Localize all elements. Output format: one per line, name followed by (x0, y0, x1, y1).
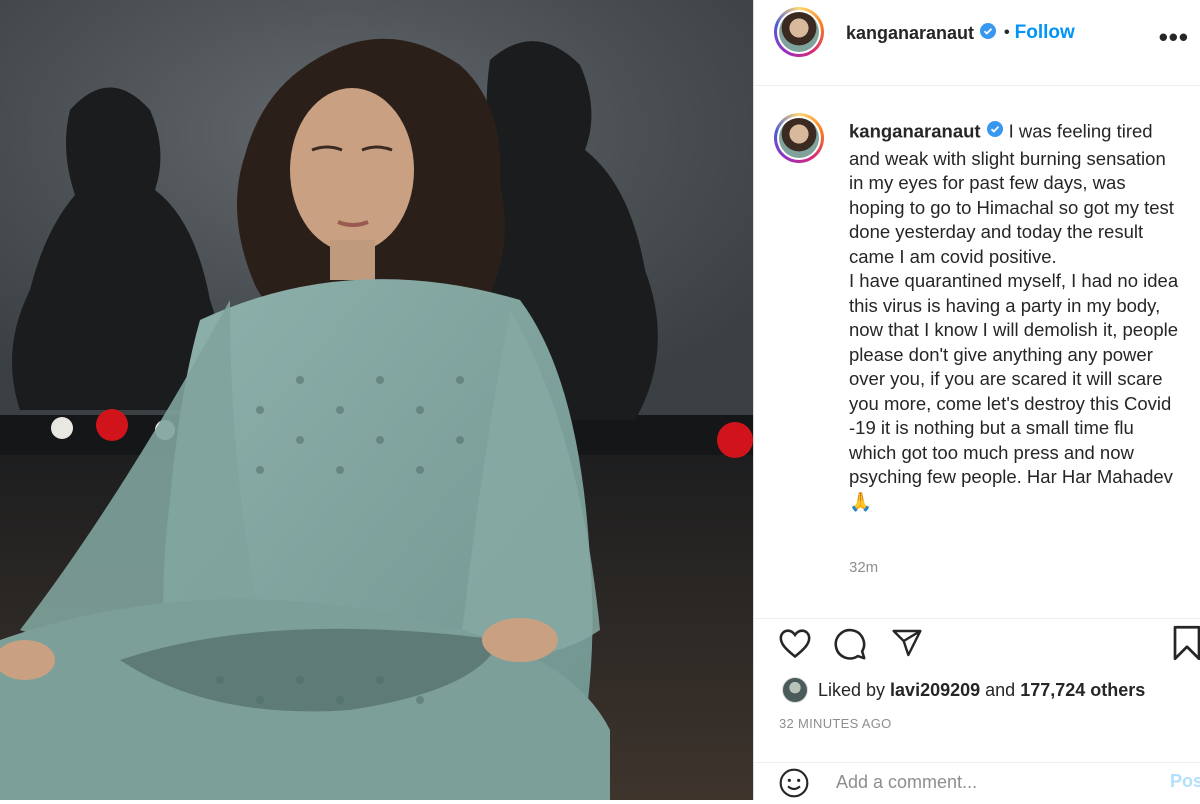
post-actions: Liked by lavi209209 and 177,724 others 3… (754, 618, 1200, 800)
caption-section: kanganaranaut I was feeling tired and wea… (754, 86, 1200, 618)
posted-ago[interactable]: 32 MINUTES AGO (779, 716, 892, 731)
verified-badge-icon (986, 119, 1003, 144)
verified-badge-icon (980, 22, 997, 44)
comment-icon[interactable] (833, 627, 867, 666)
caption-avatar[interactable] (774, 113, 824, 163)
paper-plane-icon[interactable] (890, 627, 924, 664)
comment-input[interactable] (834, 771, 1138, 794)
liker-username[interactable]: lavi209209 (890, 680, 980, 701)
header-separator: • (1004, 24, 1010, 41)
follow-button[interactable]: Follow (1015, 22, 1075, 44)
post-sidebar: kanganaranaut • Follow ••• kanganaranaut… (753, 0, 1200, 800)
likes-count[interactable]: 177,724 others (1020, 680, 1145, 701)
post-comment-button[interactable]: Post (1170, 771, 1200, 792)
avatar-image (779, 118, 819, 158)
caption-text-block: kanganaranaut I was feeling tired and wea… (849, 119, 1179, 514)
bookmark-icon[interactable] (1172, 625, 1200, 666)
caption-time[interactable]: 32m (849, 559, 878, 576)
more-options-icon[interactable]: ••• (1159, 22, 1189, 53)
avatar-image (779, 12, 819, 52)
caption-username[interactable]: kanganaranaut (849, 121, 981, 142)
post-photo[interactable] (0, 0, 753, 800)
likes-middle: and (980, 679, 1021, 700)
author-avatar[interactable] (774, 7, 824, 57)
comment-bar: Post (754, 762, 1200, 801)
post-header: kanganaranaut • Follow ••• (754, 0, 1200, 86)
caption-body: kanganaranaut I was feeling tired and wea… (849, 119, 1179, 514)
heart-icon[interactable] (778, 627, 812, 664)
caption-text: I was feeling tired and weak with slight… (849, 120, 1179, 512)
author-username[interactable]: kanganaranaut (846, 23, 974, 44)
liker-avatar[interactable] (782, 677, 808, 703)
instagram-post-view: kanganaranaut • Follow ••• kanganaranaut… (0, 0, 1200, 800)
smiley-icon[interactable] (778, 767, 810, 804)
likes-prefix: Liked by (818, 679, 891, 700)
header-meta: kanganaranaut • Follow (846, 22, 1075, 44)
post-photo-illustration (0, 0, 753, 800)
likes-summary: Liked by lavi209209 and 177,724 others (782, 677, 1145, 703)
